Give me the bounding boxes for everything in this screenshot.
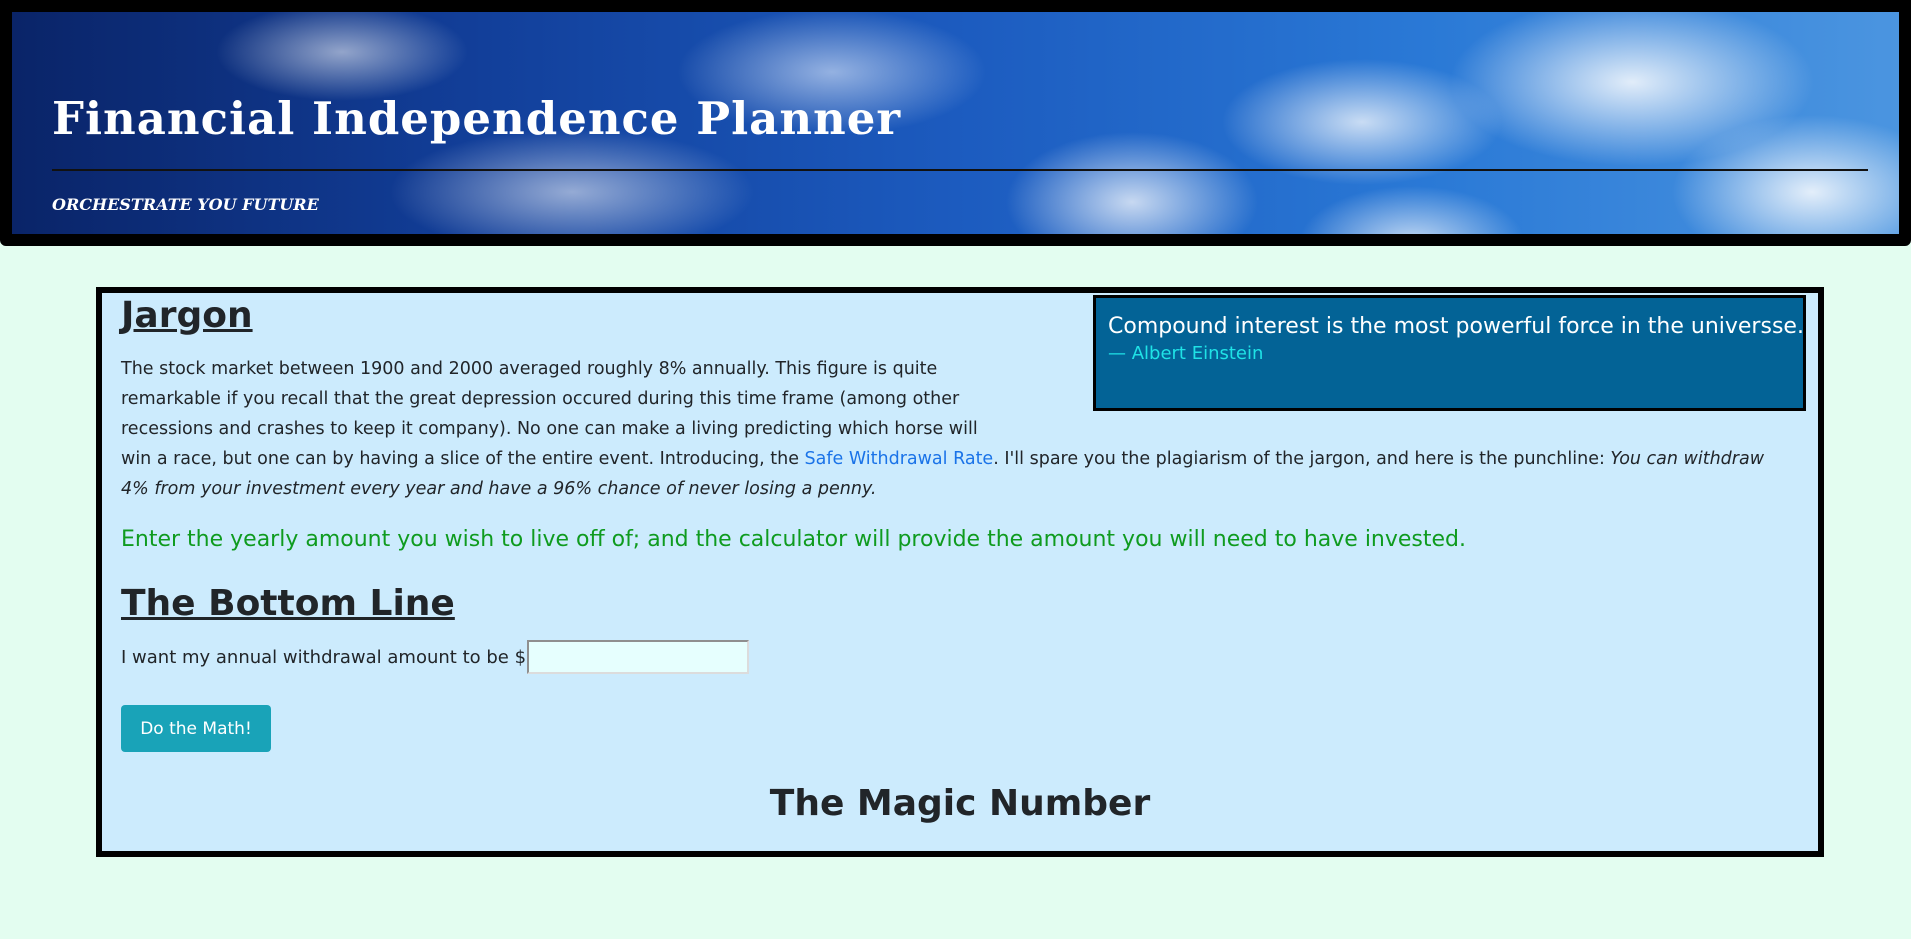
quote-text: Compound interest is the most powerful f… — [1108, 314, 1804, 339]
site-header: Financial Independence Planner ORCHESTRA… — [0, 0, 1911, 246]
withdraw-amount-input[interactable] — [527, 640, 750, 674]
calculator-instruction: Enter the yearly amount you wish to live… — [121, 527, 1467, 552]
bottom-line-heading: The Bottom Line — [121, 583, 455, 624]
jargon-heading: Jargon — [121, 295, 253, 336]
planner-card: Jargon Compound interest is the most pow… — [96, 287, 1824, 857]
site-title: Financial Independence Planner — [52, 92, 902, 145]
jargon-paragraph: The stock market between 1900 and 2000 a… — [121, 354, 1791, 504]
header-divider — [52, 169, 1868, 171]
jargon-text-continued: . I'll spare you the plagiarism of the j… — [993, 449, 1611, 469]
withdraw-row: I want my annual withdrawal amount to be… — [121, 640, 750, 674]
magic-number-heading: The Magic Number — [769, 783, 1151, 824]
safe-withdrawal-rate-link[interactable]: Safe Withdrawal Rate — [805, 449, 994, 469]
do-the-math-button[interactable]: Do the Math! — [121, 705, 271, 752]
withdraw-label: I want my annual withdrawal amount to be… — [121, 646, 527, 668]
site-tagline: ORCHESTRATE YOU FUTURE — [52, 195, 319, 214]
quote-spacer — [1001, 354, 1791, 444]
